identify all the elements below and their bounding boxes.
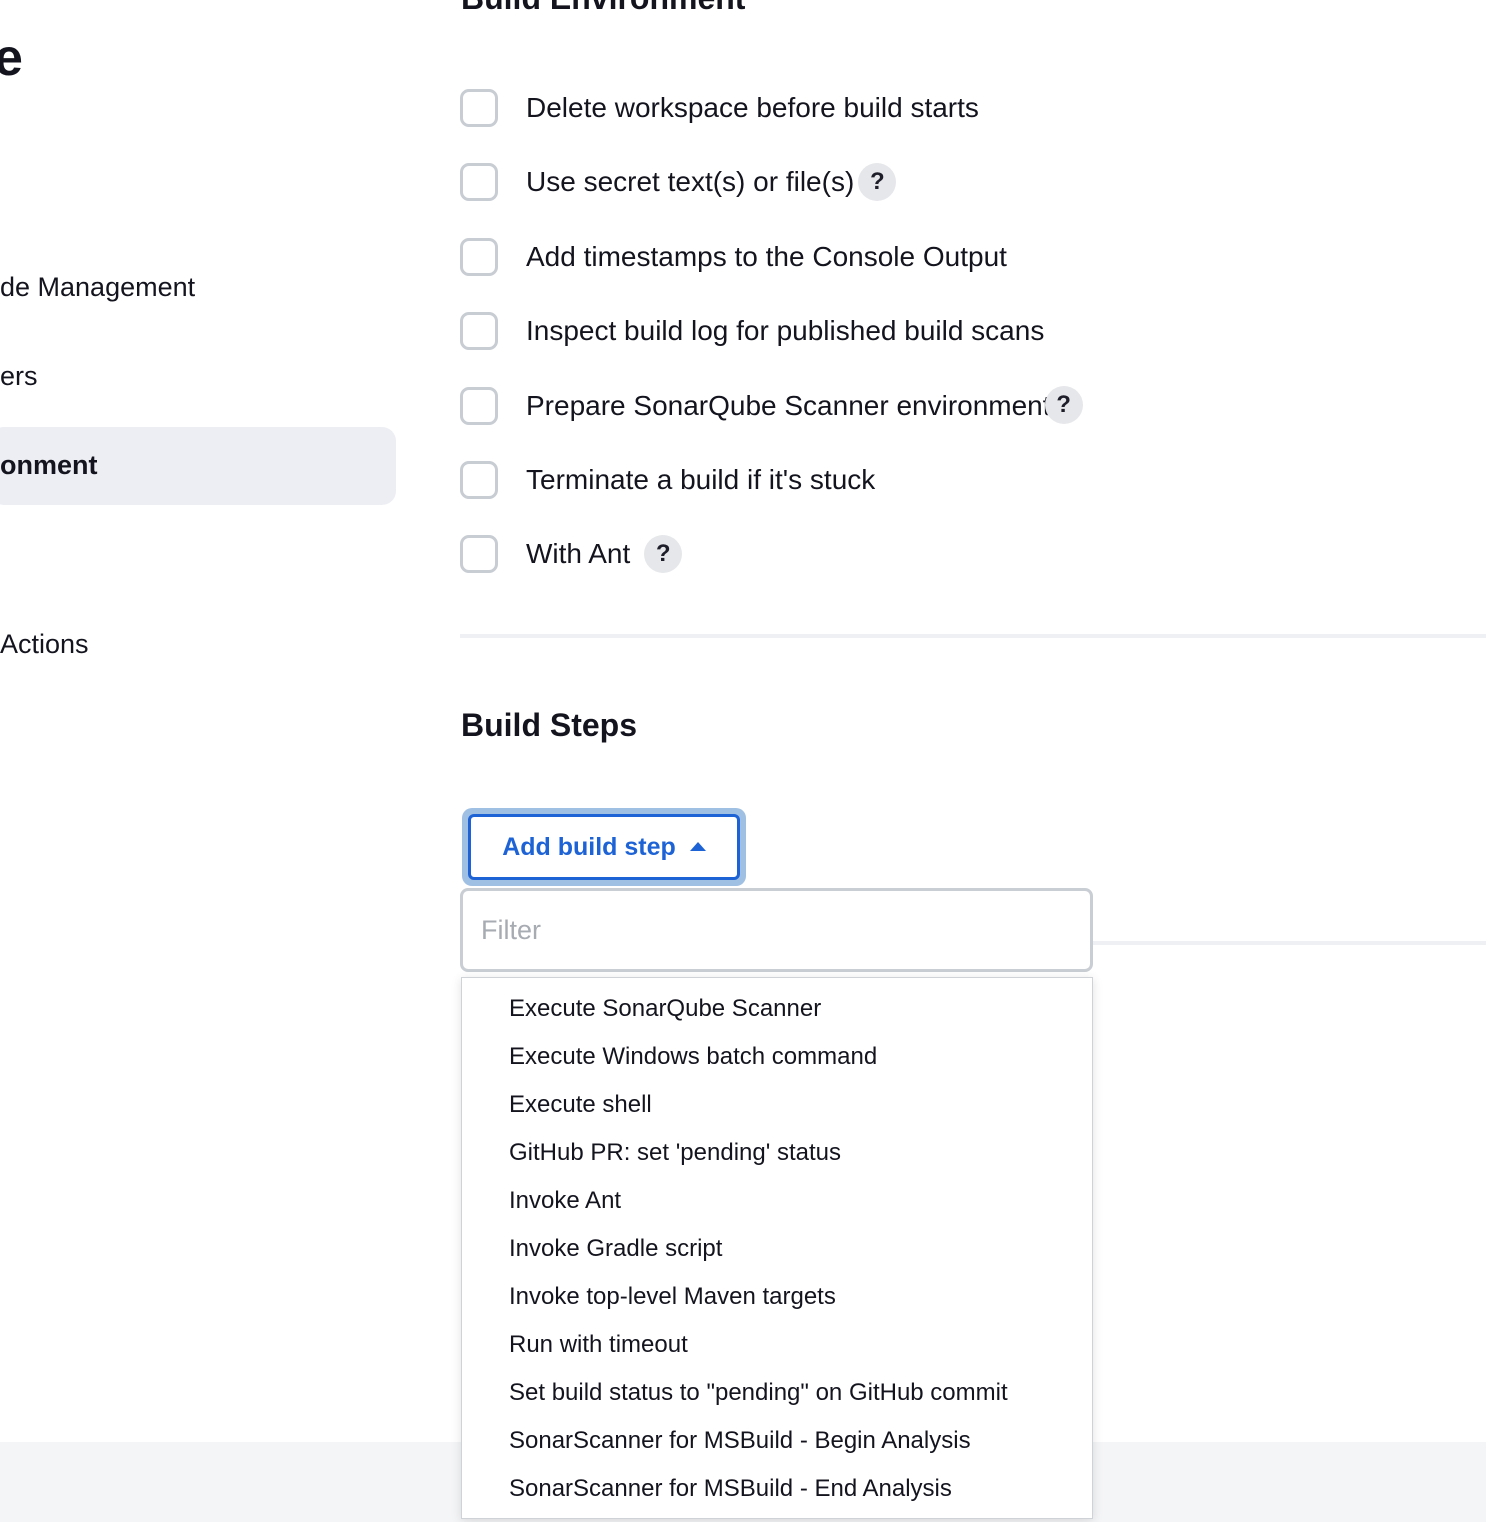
option-prepare-sonarqube[interactable]: Prepare SonarQube Scanner environment ? <box>460 384 1083 428</box>
checkbox[interactable] <box>460 535 498 573</box>
option-with-ant[interactable]: With Ant ? <box>460 532 683 576</box>
checkbox[interactable] <box>460 238 498 276</box>
option-use-secret-text[interactable]: Use secret text(s) or file(s) ? <box>460 160 897 204</box>
menu-item-execute-windows-batch[interactable]: Execute Windows batch command <box>462 1033 1092 1081</box>
checkbox[interactable] <box>460 89 498 127</box>
build-step-menu: Execute SonarQube Scanner Execute Window… <box>461 977 1093 1519</box>
menu-item-sonarscanner-msbuild-end[interactable]: SonarScanner for MSBuild - End Analysis <box>462 1465 1092 1513</box>
option-label: Inspect build log for published build sc… <box>526 315 1045 346</box>
help-icon[interactable]: ? <box>858 163 897 201</box>
option-terminate-stuck-build[interactable]: Terminate a build if it's stuck <box>460 458 875 502</box>
sidebar-item-source-code-management[interactable]: de Management <box>0 274 195 301</box>
checkbox[interactable] <box>460 461 498 499</box>
sidebar-item-label: ers <box>0 361 38 391</box>
option-label: Use secret text(s) or file(s) <box>526 166 855 197</box>
menu-item-sonarscanner-msbuild-begin[interactable]: SonarScanner for MSBuild - Begin Analysi… <box>462 1417 1092 1465</box>
menu-item-run-with-timeout[interactable]: Run with timeout <box>462 1321 1092 1369</box>
menu-item-execute-shell[interactable]: Execute shell <box>462 1081 1092 1129</box>
option-add-timestamps[interactable]: Add timestamps to the Console Output <box>460 235 1007 279</box>
caret-up-icon <box>689 841 706 851</box>
sidebar-item-post-build-actions[interactable]: Actions <box>0 631 89 658</box>
page-title: e <box>0 29 23 87</box>
menu-item-execute-sonarqube-scanner[interactable]: Execute SonarQube Scanner <box>462 985 1092 1033</box>
help-icon[interactable]: ? <box>1044 386 1083 424</box>
option-label: Prepare SonarQube Scanner environment <box>526 390 1051 421</box>
sidebar-item-build-environment[interactable]: onment <box>0 427 396 505</box>
checkbox[interactable] <box>460 387 498 425</box>
sidebar-item-label: onment <box>0 450 98 480</box>
build-environment-heading: Build Environment <box>461 0 745 14</box>
sidebar: e de Management ers onment Actions <box>0 0 400 1440</box>
menu-item-invoke-ant[interactable]: Invoke Ant <box>462 1177 1092 1225</box>
sidebar-item-label: Actions <box>0 629 89 659</box>
option-label: Delete workspace before build starts <box>526 92 979 123</box>
menu-item-set-github-status-pending[interactable]: Set build status to "pending" on GitHub … <box>462 1369 1092 1417</box>
menu-item-invoke-maven[interactable]: Invoke top-level Maven targets <box>462 1273 1092 1321</box>
section-divider <box>460 634 1486 638</box>
option-delete-workspace[interactable]: Delete workspace before build starts <box>460 86 979 130</box>
checkbox[interactable] <box>460 163 498 201</box>
sidebar-item-build-triggers[interactable]: ers <box>0 363 38 390</box>
help-icon[interactable]: ? <box>644 535 683 573</box>
option-label: With Ant <box>526 538 631 569</box>
sidebar-item-label: de Management <box>0 272 196 302</box>
add-build-step-label: Add build step <box>502 832 676 861</box>
checkbox[interactable] <box>460 312 498 350</box>
option-inspect-build-log[interactable]: Inspect build log for published build sc… <box>460 309 1044 353</box>
build-steps-heading: Build Steps <box>461 707 638 743</box>
section-divider <box>1093 941 1486 945</box>
option-label: Terminate a build if it's stuck <box>526 464 876 495</box>
menu-item-github-pr-pending[interactable]: GitHub PR: set 'pending' status <box>462 1129 1092 1177</box>
option-label: Add timestamps to the Console Output <box>526 241 1007 272</box>
menu-item-invoke-gradle[interactable]: Invoke Gradle script <box>462 1225 1092 1273</box>
filter-input[interactable] <box>460 888 1093 972</box>
add-build-step-button[interactable]: Add build step <box>468 814 740 880</box>
